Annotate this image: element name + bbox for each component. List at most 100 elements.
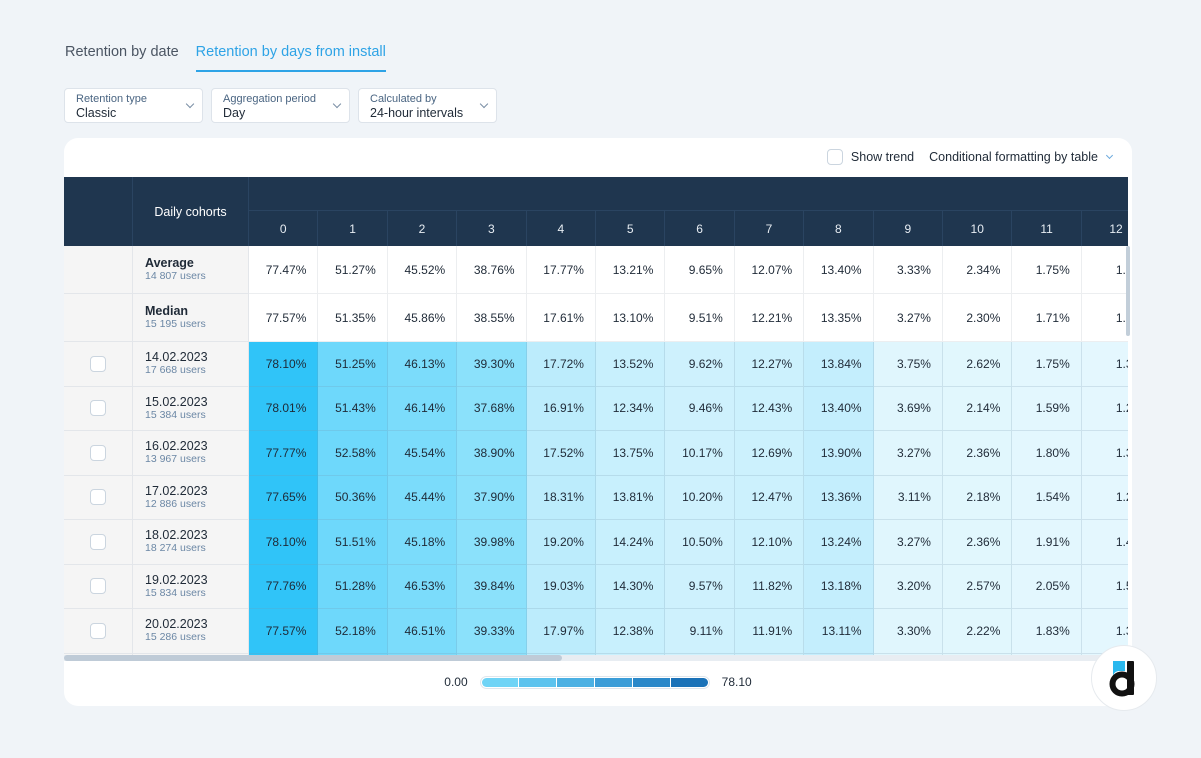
retention-value-cell[interactable]: 45.18% [387, 520, 458, 565]
day-column-header[interactable]: 3 [457, 211, 527, 246]
retention-value-cell[interactable]: 17.77% [526, 246, 596, 294]
retention-value-cell[interactable]: 78.10% [249, 342, 319, 387]
retention-value-cell[interactable]: 38.55% [457, 294, 527, 342]
retention-value-cell[interactable]: 13.10% [596, 294, 666, 342]
row-checkbox[interactable] [90, 578, 106, 595]
tab-retention-by-days-from-install[interactable]: Retention by days from install [195, 44, 386, 72]
retention-value-cell[interactable]: 1.54% [1012, 475, 1082, 520]
retention-value-cell[interactable]: 9.46% [665, 386, 735, 431]
brand-logo[interactable] [1091, 645, 1157, 711]
retention-value-cell[interactable]: 2.30% [943, 294, 1013, 342]
retention-value-cell[interactable]: 9.57% [665, 564, 735, 609]
row-checkbox[interactable] [90, 622, 106, 639]
retention-value-cell[interactable]: 9.11% [665, 609, 735, 654]
retention-value-cell[interactable]: 38.76% [457, 246, 527, 294]
tab-retention-by-date[interactable]: Retention by date [65, 44, 179, 72]
retention-value-cell[interactable]: 2.36% [943, 431, 1013, 476]
show-trend-label[interactable]: Show trend [851, 150, 914, 164]
row-checkbox[interactable] [90, 355, 106, 372]
retention-value-cell[interactable]: 12.47% [734, 475, 805, 520]
show-trend-checkbox[interactable] [826, 149, 843, 165]
retention-value-cell[interactable]: 13.90% [804, 431, 874, 476]
retention-value-cell[interactable]: 17.52% [526, 431, 596, 476]
retention-value-cell[interactable]: 12.21% [734, 294, 805, 342]
retention-value-cell[interactable]: 16.91% [526, 386, 596, 431]
retention-value-cell[interactable]: 19.03% [526, 564, 596, 609]
retention-value-cell[interactable]: 37.68% [457, 386, 527, 431]
retention-value-cell[interactable]: 13.40% [804, 386, 874, 431]
retention-value-cell[interactable]: 77.57% [249, 294, 319, 342]
retention-value-cell[interactable]: 10.20% [665, 475, 735, 520]
retention-value-cell[interactable]: 9.65% [665, 246, 735, 294]
retention-value-cell[interactable]: 3.69% [873, 386, 943, 431]
day-column-header[interactable]: 0 [249, 211, 319, 246]
day-column-header[interactable]: 2 [388, 211, 458, 246]
retention-value-cell[interactable]: 17.97% [526, 609, 596, 654]
retention-value-cell[interactable]: 3.20% [873, 564, 943, 609]
retention-value-cell[interactable]: 1.37 [1081, 431, 1128, 476]
day-column-header[interactable]: 10 [943, 211, 1013, 246]
retention-value-cell[interactable]: 13.11% [804, 609, 874, 654]
retention-value-cell[interactable]: 51.51% [318, 520, 388, 565]
retention-value-cell[interactable]: 3.33% [873, 246, 943, 294]
retention-value-cell[interactable]: 3.27% [873, 431, 943, 476]
retention-value-cell[interactable]: 52.18% [318, 609, 388, 654]
retention-value-cell[interactable]: 9.51% [665, 294, 735, 342]
retention-value-cell[interactable]: 1.29 [1081, 294, 1128, 342]
retention-value-cell[interactable]: 1.59% [1012, 386, 1082, 431]
retention-value-cell[interactable]: 45.86% [387, 294, 458, 342]
retention-value-cell[interactable]: 3.75% [873, 342, 943, 387]
day-column-header[interactable]: 11 [1012, 211, 1082, 246]
retention-value-cell[interactable]: 51.35% [318, 294, 388, 342]
retention-value-cell[interactable]: 1.71% [1012, 294, 1082, 342]
day-column-header[interactable]: 12 [1082, 211, 1128, 246]
calculated-by-select[interactable]: Calculated by 24-hour intervals [358, 88, 497, 123]
retention-value-cell[interactable]: 45.54% [387, 431, 458, 476]
day-column-header[interactable]: 8 [804, 211, 874, 246]
retention-value-cell[interactable]: 13.18% [804, 564, 874, 609]
retention-value-cell[interactable]: 13.21% [596, 246, 666, 294]
retention-value-cell[interactable]: 1.46 [1081, 520, 1128, 565]
row-checkbox[interactable] [90, 533, 106, 550]
retention-value-cell[interactable]: 2.22% [943, 609, 1013, 654]
retention-value-cell[interactable]: 3.30% [873, 609, 943, 654]
retention-value-cell[interactable]: 3.27% [873, 520, 943, 565]
retention-value-cell[interactable]: 37.90% [457, 475, 527, 520]
retention-value-cell[interactable]: 51.25% [318, 342, 388, 387]
retention-value-cell[interactable]: 77.65% [249, 475, 319, 520]
retention-value-cell[interactable]: 14.24% [596, 520, 666, 565]
retention-value-cell[interactable]: 1.91% [1012, 520, 1082, 565]
retention-value-cell[interactable]: 12.34% [596, 386, 666, 431]
retention-value-cell[interactable]: 11.82% [734, 564, 805, 609]
aggregation-period-select[interactable]: Aggregation period Day [211, 88, 350, 123]
retention-value-cell[interactable]: 12.38% [596, 609, 666, 654]
retention-value-cell[interactable]: 12.69% [734, 431, 805, 476]
retention-value-cell[interactable]: 13.40% [804, 246, 874, 294]
retention-value-cell[interactable]: 1.32 [1081, 342, 1128, 387]
retention-value-cell[interactable]: 77.47% [249, 246, 319, 294]
retention-value-cell[interactable]: 13.81% [596, 475, 666, 520]
retention-value-cell[interactable]: 39.84% [457, 564, 527, 609]
horizontal-scrollbar-thumb[interactable] [64, 655, 562, 661]
vertical-scrollbar[interactable] [1126, 246, 1130, 336]
retention-value-cell[interactable]: 1.29 [1081, 386, 1128, 431]
retention-value-cell[interactable]: 1.28 [1081, 475, 1128, 520]
day-column-header[interactable]: 4 [527, 211, 596, 246]
retention-value-cell[interactable]: 10.50% [665, 520, 735, 565]
retention-value-cell[interactable]: 77.76% [249, 564, 319, 609]
row-checkbox[interactable] [90, 400, 106, 417]
row-checkbox[interactable] [90, 489, 106, 506]
conditional-formatting-dropdown[interactable]: Conditional formatting by table [929, 150, 1114, 164]
retention-value-cell[interactable]: 78.10% [249, 520, 319, 565]
day-column-header[interactable]: 5 [596, 211, 666, 246]
retention-value-cell[interactable]: 2.57% [943, 564, 1013, 609]
retention-value-cell[interactable]: 39.33% [457, 609, 527, 654]
retention-value-cell[interactable]: 18.31% [526, 475, 596, 520]
retention-value-cell[interactable]: 78.01% [249, 386, 319, 431]
retention-value-cell[interactable]: 12.10% [734, 520, 805, 565]
retention-value-cell[interactable]: 46.51% [387, 609, 458, 654]
retention-value-cell[interactable]: 13.36% [804, 475, 874, 520]
retention-type-select[interactable]: Retention type Classic [64, 88, 203, 123]
retention-value-cell[interactable]: 52.58% [318, 431, 388, 476]
retention-value-cell[interactable]: 51.27% [318, 246, 388, 294]
